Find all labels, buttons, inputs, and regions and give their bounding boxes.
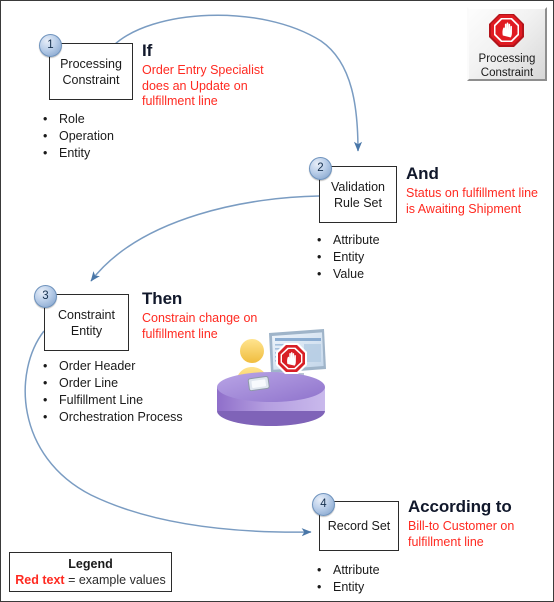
step-1-example-line-2: fulfillment line [142, 94, 218, 108]
bullet-glyph: • [43, 376, 48, 390]
bullet-glyph: • [317, 580, 322, 594]
bullet-glyph: • [317, 233, 322, 247]
step-1-heading: If [142, 41, 153, 60]
step-2-number: 2 [309, 157, 332, 180]
legend-description: Red text = example values [10, 572, 171, 588]
list-item: • Order Header [43, 358, 233, 375]
step-3-example-line-0: Constrain change on [142, 311, 258, 325]
step-4-example-line-1: fulfillment line [408, 534, 484, 549]
step-2-bullet-1: Entity [333, 250, 365, 264]
step-3-bullet-3: Orchestration Process [59, 410, 183, 424]
step-1-bullet-1: Operation [59, 129, 114, 143]
step-1-box[interactable]: Processing Constraint [49, 43, 133, 100]
step-1-example-line-1: does an Update on [142, 78, 248, 93]
list-item: • Fulfillment Line [43, 392, 233, 409]
step-3-box[interactable]: Constraint Entity [44, 294, 129, 351]
step-1-bullet-0: Role [59, 112, 85, 126]
step-3-heading: Then [142, 289, 183, 308]
bullet-glyph: • [43, 129, 48, 143]
step-2-box[interactable]: Validation Rule Set [319, 166, 397, 223]
bullet-glyph: • [43, 359, 48, 373]
list-item: • Role [43, 111, 163, 128]
legend-rest-text: = example values [64, 573, 166, 587]
list-item: • Value [317, 266, 437, 283]
step-4-example-line-0: Bill-to Customer on [408, 519, 515, 533]
list-item: • Operation [43, 128, 163, 145]
diagram-canvas: Processing Constraint Processing Constra… [0, 0, 554, 602]
list-item: • Order Line [43, 375, 233, 392]
step-3-number: 3 [34, 285, 57, 308]
list-item: • Orchestration Process [43, 409, 233, 426]
badge-caption-line2: Constraint [480, 67, 534, 79]
legend: Legend Red text = example values [9, 552, 172, 592]
step-2-bullet-0: Attribute [333, 233, 380, 247]
step-1-box-line2: Constraint [62, 72, 120, 87]
step-4-number: 4 [312, 493, 335, 516]
step-4-heading: According to [408, 497, 512, 516]
step-1-box-line1: Processing [60, 56, 122, 71]
stop-hand-octagon-icon [469, 12, 545, 52]
step-4-box-line1: Record Set [327, 519, 391, 533]
step-2-box-line2: Rule Set [334, 195, 382, 210]
legend-title: Legend [68, 557, 113, 571]
step-4-heading-group: According to Bill-to Customer on fulfill… [408, 497, 553, 550]
step-3-bullets: • Order Header • Order Line • Fulfillmen… [43, 358, 233, 426]
step-1-bullets: • Role • Operation • Entity [43, 111, 163, 162]
processing-constraint-badge[interactable]: Processing Constraint [467, 7, 547, 81]
step-2-bullet-2: Value [333, 267, 365, 281]
bullet-glyph: • [317, 563, 322, 577]
step-2-heading-group: And Status on fulfillment line is Awaiti… [406, 164, 553, 217]
step-3-bullet-0: Order Header [59, 359, 136, 373]
step-3-box-line2: Entity [70, 323, 103, 338]
step-1-heading-group: If Order Entry Specialist does an Update… [142, 41, 317, 110]
list-item: • Entity [43, 145, 163, 162]
step-2-box-line1: Validation [331, 179, 385, 194]
bullet-glyph: • [317, 267, 322, 281]
bullet-glyph: • [43, 393, 48, 407]
step-2-example-line-1: is Awaiting Shipment [406, 201, 522, 216]
legend-red-sample: Red text [15, 573, 65, 587]
step-3-bullet-1: Order Line [59, 376, 119, 390]
step-3-example-line-1: fulfillment line [142, 326, 218, 341]
step-3-bullet-2: Fulfillment Line [59, 393, 144, 407]
list-item: • Attribute [317, 232, 437, 249]
bullet-glyph: • [43, 146, 48, 160]
step-1-example-line-0: Order Entry Specialist [142, 63, 264, 77]
step-4-bullet-1: Entity [333, 580, 365, 594]
bullet-glyph: • [43, 410, 48, 424]
arrow-step2-to-step3 [90, 195, 320, 282]
bullet-glyph: • [43, 112, 48, 126]
list-item: • Entity [317, 249, 437, 266]
step-1-bullet-2: Entity [59, 146, 91, 160]
step-1-number: 1 [39, 34, 62, 57]
bullet-glyph: • [317, 250, 322, 264]
step-3-box-line1: Constraint [58, 307, 115, 322]
step-4-bullets: • Attribute • Entity [317, 562, 437, 596]
step-3-heading-group: Then Constrain change on fulfillment lin… [142, 289, 307, 342]
step-4-bullet-0: Attribute [333, 563, 380, 577]
step-2-heading: And [406, 164, 439, 183]
step-2-example-line-0: Status on fulfillment line [406, 186, 539, 200]
step-2-bullets: • Attribute • Entity • Value [317, 232, 437, 283]
list-item: • Entity [317, 579, 437, 596]
list-item: • Attribute [317, 562, 437, 579]
badge-caption-line1: Processing [478, 53, 536, 65]
